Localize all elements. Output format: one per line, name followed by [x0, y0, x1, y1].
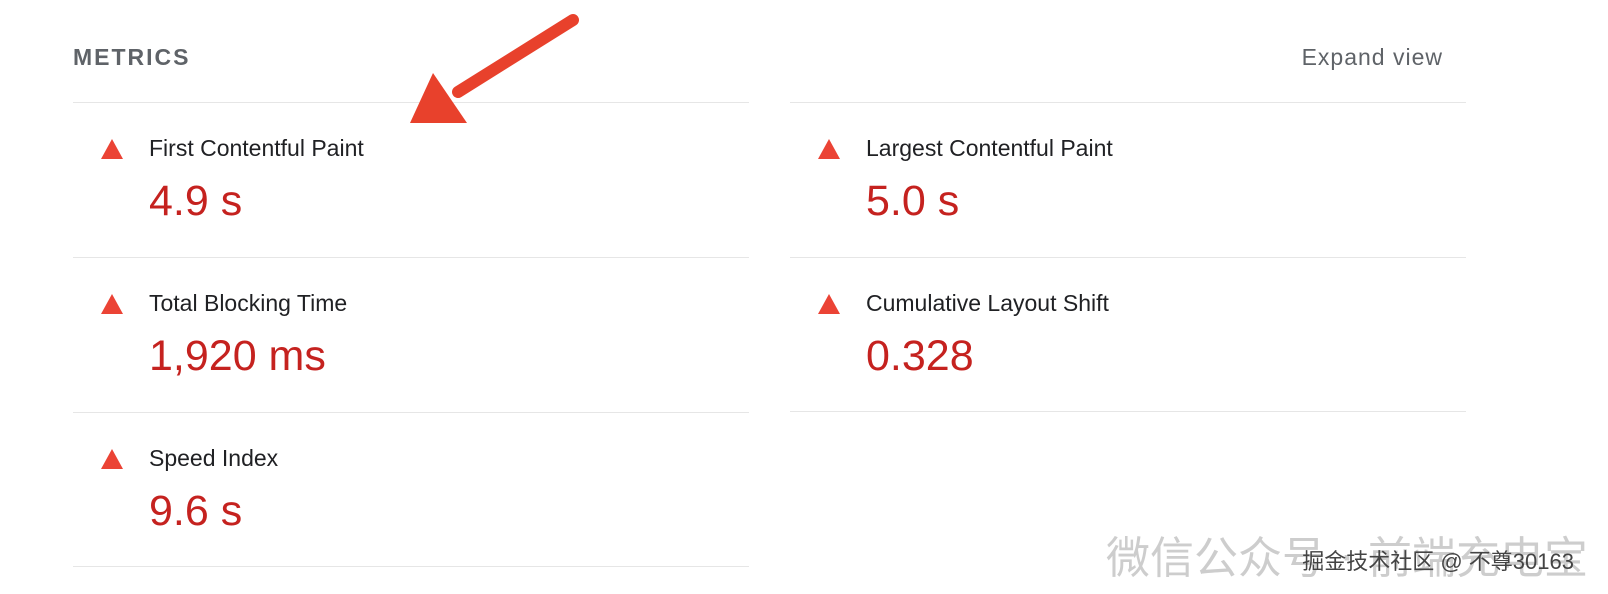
- metric-label: Cumulative Layout Shift: [866, 290, 1109, 316]
- metric-value: 5.0 s: [866, 177, 960, 225]
- fail-triangle-icon: [101, 139, 123, 159]
- fail-triangle-icon: [818, 294, 840, 314]
- metric-label: Speed Index: [149, 445, 279, 471]
- expand-view-button[interactable]: Expand view: [1302, 44, 1443, 71]
- watermark-credit: 掘金技术社区 @ 不尊30163: [1302, 549, 1574, 574]
- metric-label: Largest Contentful Paint: [866, 135, 1113, 161]
- metric-value: 4.9 s: [149, 177, 243, 225]
- metric-largest-contentful-paint: Largest Contentful Paint 5.0 s: [790, 102, 1466, 257]
- metric-value: 9.6 s: [149, 487, 243, 535]
- metric-value: 0.328: [866, 332, 974, 380]
- metric-total-blocking-time: Total Blocking Time 1,920 ms: [73, 257, 749, 412]
- metric-label: Total Blocking Time: [149, 290, 348, 316]
- metric-label: First Contentful Paint: [149, 135, 364, 161]
- metrics-panel: METRICS Expand view First Contentful Pai…: [0, 0, 1608, 594]
- metric-first-contentful-paint: First Contentful Paint 4.9 s: [73, 102, 749, 257]
- fail-triangle-icon: [101, 294, 123, 314]
- metric-cumulative-layout-shift: Cumulative Layout Shift 0.328: [790, 257, 1466, 412]
- metrics-column-left: First Contentful Paint 4.9 s Total Block…: [73, 102, 749, 567]
- metric-speed-index: Speed Index 9.6 s: [73, 412, 749, 567]
- section-title: METRICS: [73, 44, 191, 70]
- metric-value: 1,920 ms: [149, 332, 326, 380]
- metrics-column-right: Largest Contentful Paint 5.0 s Cumulativ…: [790, 102, 1466, 412]
- fail-triangle-icon: [101, 449, 123, 469]
- fail-triangle-icon: [818, 139, 840, 159]
